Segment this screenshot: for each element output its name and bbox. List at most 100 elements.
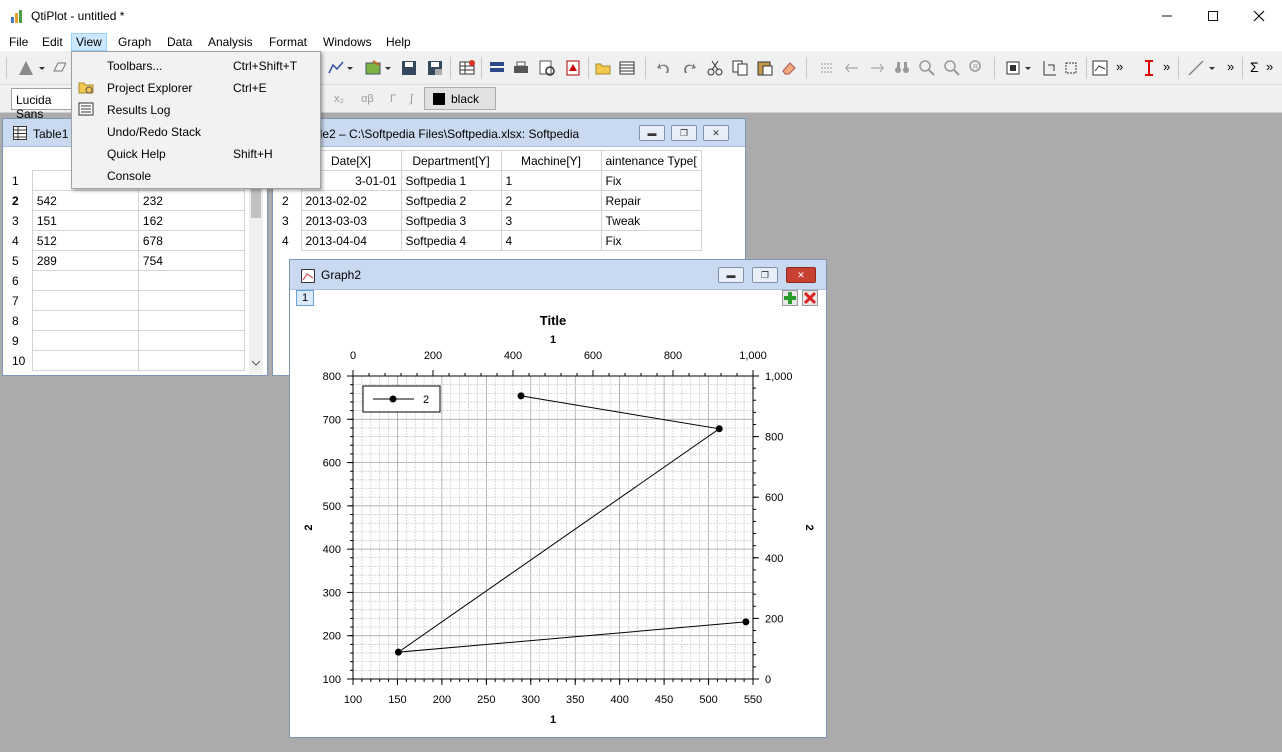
table-cell[interactable]: 4 xyxy=(500,230,602,251)
data-point[interactable] xyxy=(394,648,402,656)
table-row[interactable]: 4 2013-04-04 Softpedia 4 4 Fix xyxy=(279,230,702,251)
remove-layer-x-icon[interactable] xyxy=(802,290,818,306)
dropdown-arrow-icon[interactable] xyxy=(38,59,46,77)
data-reader-icon[interactable] xyxy=(818,59,836,77)
arrange-layers-icon[interactable] xyxy=(1040,59,1058,77)
new-table-icon[interactable] xyxy=(458,59,476,77)
menu-graph[interactable]: Graph xyxy=(113,33,156,51)
dropdown-arrow-icon[interactable] xyxy=(346,59,354,77)
table-cell[interactable]: Softpedia 4 xyxy=(400,230,502,251)
table-cell[interactable]: 289 xyxy=(31,250,139,271)
table-cell[interactable]: 162 xyxy=(137,210,246,231)
scroll-down-icon[interactable] xyxy=(251,358,261,368)
toolbar-overflow-icon[interactable]: » xyxy=(1163,59,1170,74)
column-header[interactable]: aintenance Type[ xyxy=(600,150,702,171)
minimize-button[interactable] xyxy=(1144,0,1190,31)
menu-data[interactable]: Data xyxy=(162,33,197,51)
menu-view[interactable]: View xyxy=(71,33,107,51)
clear-icon[interactable] xyxy=(780,59,798,77)
table-cell[interactable]: 151 xyxy=(31,210,139,231)
open-image-icon[interactable] xyxy=(364,59,382,77)
table-cell[interactable] xyxy=(137,350,246,371)
rescale-icon[interactable]: R xyxy=(968,59,986,77)
save-as-icon[interactable] xyxy=(426,59,444,77)
print-preview-icon[interactable] xyxy=(538,59,556,77)
table-cell[interactable]: 2013-03-03 xyxy=(300,210,402,231)
undo-icon[interactable] xyxy=(655,59,673,77)
layout-rows-icon[interactable] xyxy=(488,59,506,77)
menu-analysis[interactable]: Analysis xyxy=(203,33,258,51)
table-row[interactable]: 2 542 232 xyxy=(9,190,246,211)
table-cell[interactable]: 678 xyxy=(137,230,246,251)
table-row[interactable]: 5 289 754 xyxy=(9,250,246,271)
table-cell[interactable]: 542 xyxy=(31,190,139,211)
table2-titlebar[interactable]: ble2 – C:\Softpedia Files\Softpedia.xlsx… xyxy=(273,119,745,147)
move-points-icon[interactable] xyxy=(868,59,886,77)
dropdown-arrow-icon[interactable] xyxy=(1024,59,1032,77)
table-window-icon[interactable] xyxy=(618,59,636,77)
menu-item-quick-help[interactable]: Quick Help Shift+H xyxy=(72,142,320,164)
data-point[interactable] xyxy=(517,392,525,400)
layer-button[interactable]: 1 xyxy=(296,290,314,306)
table-cell[interactable]: 2013-04-04 xyxy=(300,230,402,251)
data-point[interactable] xyxy=(742,618,750,626)
graph2-minimize-button[interactable]: ▬ xyxy=(718,267,744,283)
error-bars-icon[interactable] xyxy=(1140,59,1158,77)
menu-item-project-explorer[interactable]: Project Explorer Ctrl+E xyxy=(72,76,320,98)
table-cell[interactable]: 512 xyxy=(31,230,139,251)
table-cell[interactable] xyxy=(31,290,139,311)
zoom-out-icon[interactable] xyxy=(943,59,961,77)
table-cell[interactable] xyxy=(137,290,246,311)
table-cell[interactable] xyxy=(31,330,139,351)
uppercase-greek-button[interactable]: Γ xyxy=(390,93,396,105)
subscript-button[interactable]: x₂ xyxy=(334,93,344,105)
table-cell[interactable] xyxy=(137,310,246,331)
greek-button[interactable]: αβ xyxy=(361,93,374,105)
table-row[interactable]: 8 xyxy=(9,310,246,331)
table-row[interactable]: 9 xyxy=(9,330,246,351)
table-cell[interactable]: 3 xyxy=(500,210,602,231)
graph-plot-area[interactable]: Title 100 150 200 250 300 350 400 450 500 550 1 0 200… xyxy=(296,306,822,732)
dropdown-arrow-icon[interactable] xyxy=(384,59,392,77)
graph-window-icon[interactable] xyxy=(1091,59,1109,77)
sigma-icon[interactable]: Σ xyxy=(1250,59,1259,75)
table-cell[interactable]: Fix xyxy=(600,170,702,191)
table-cell[interactable]: 2013-02-02 xyxy=(300,190,402,211)
table-cell[interactable] xyxy=(31,350,139,371)
menu-help[interactable]: Help xyxy=(381,33,416,51)
table-cell[interactable]: Fix xyxy=(600,230,702,251)
graph2-restore-button[interactable]: ❐ xyxy=(752,267,778,283)
cut-icon[interactable] xyxy=(706,59,724,77)
menu-format[interactable]: Format xyxy=(264,33,312,51)
dropdown-arrow-icon[interactable] xyxy=(1208,59,1216,77)
column-header[interactable]: Department[Y] xyxy=(400,150,502,171)
binoculars-icon[interactable] xyxy=(893,59,911,77)
text-color-button[interactable]: black xyxy=(424,87,496,110)
copy-icon[interactable] xyxy=(731,59,749,77)
table-row[interactable]: 3-01-01 Softpedia 1 1 Fix xyxy=(279,170,702,191)
table-row[interactable]: 10 xyxy=(9,350,246,371)
save-icon[interactable] xyxy=(400,59,418,77)
table-cell[interactable]: Softpedia 2 xyxy=(400,190,502,211)
table2-minimize-button[interactable]: ▬ xyxy=(639,125,665,141)
table-row[interactable]: 6 xyxy=(9,270,246,291)
table-cell[interactable]: 232 xyxy=(137,190,246,211)
select-data-icon[interactable] xyxy=(843,59,861,77)
table-cell[interactable]: Softpedia 1 xyxy=(400,170,502,191)
table2-restore-button[interactable]: ❐ xyxy=(671,125,697,141)
table-cell[interactable]: Tweak xyxy=(600,210,702,231)
menu-file[interactable]: File xyxy=(4,33,33,51)
table-row[interactable]: 3 2013-03-03 Softpedia 3 3 Tweak xyxy=(279,210,702,231)
toolbar-overflow-icon[interactable]: » xyxy=(1116,59,1123,74)
table-row[interactable]: 3 151 162 xyxy=(9,210,246,231)
menu-item-results-log[interactable]: Results Log xyxy=(72,98,320,120)
table-cell[interactable]: Repair xyxy=(600,190,702,211)
folder-icon[interactable] xyxy=(594,59,612,77)
table-cell[interactable] xyxy=(137,330,246,351)
math-symbols-button[interactable]: ∫ xyxy=(410,93,413,105)
table-cell[interactable] xyxy=(31,310,139,331)
zoom-in-icon[interactable] xyxy=(918,59,936,77)
export-pdf-icon[interactable] xyxy=(564,59,582,77)
close-button[interactable] xyxy=(1236,0,1282,31)
plot-3d-icon[interactable] xyxy=(17,59,35,77)
